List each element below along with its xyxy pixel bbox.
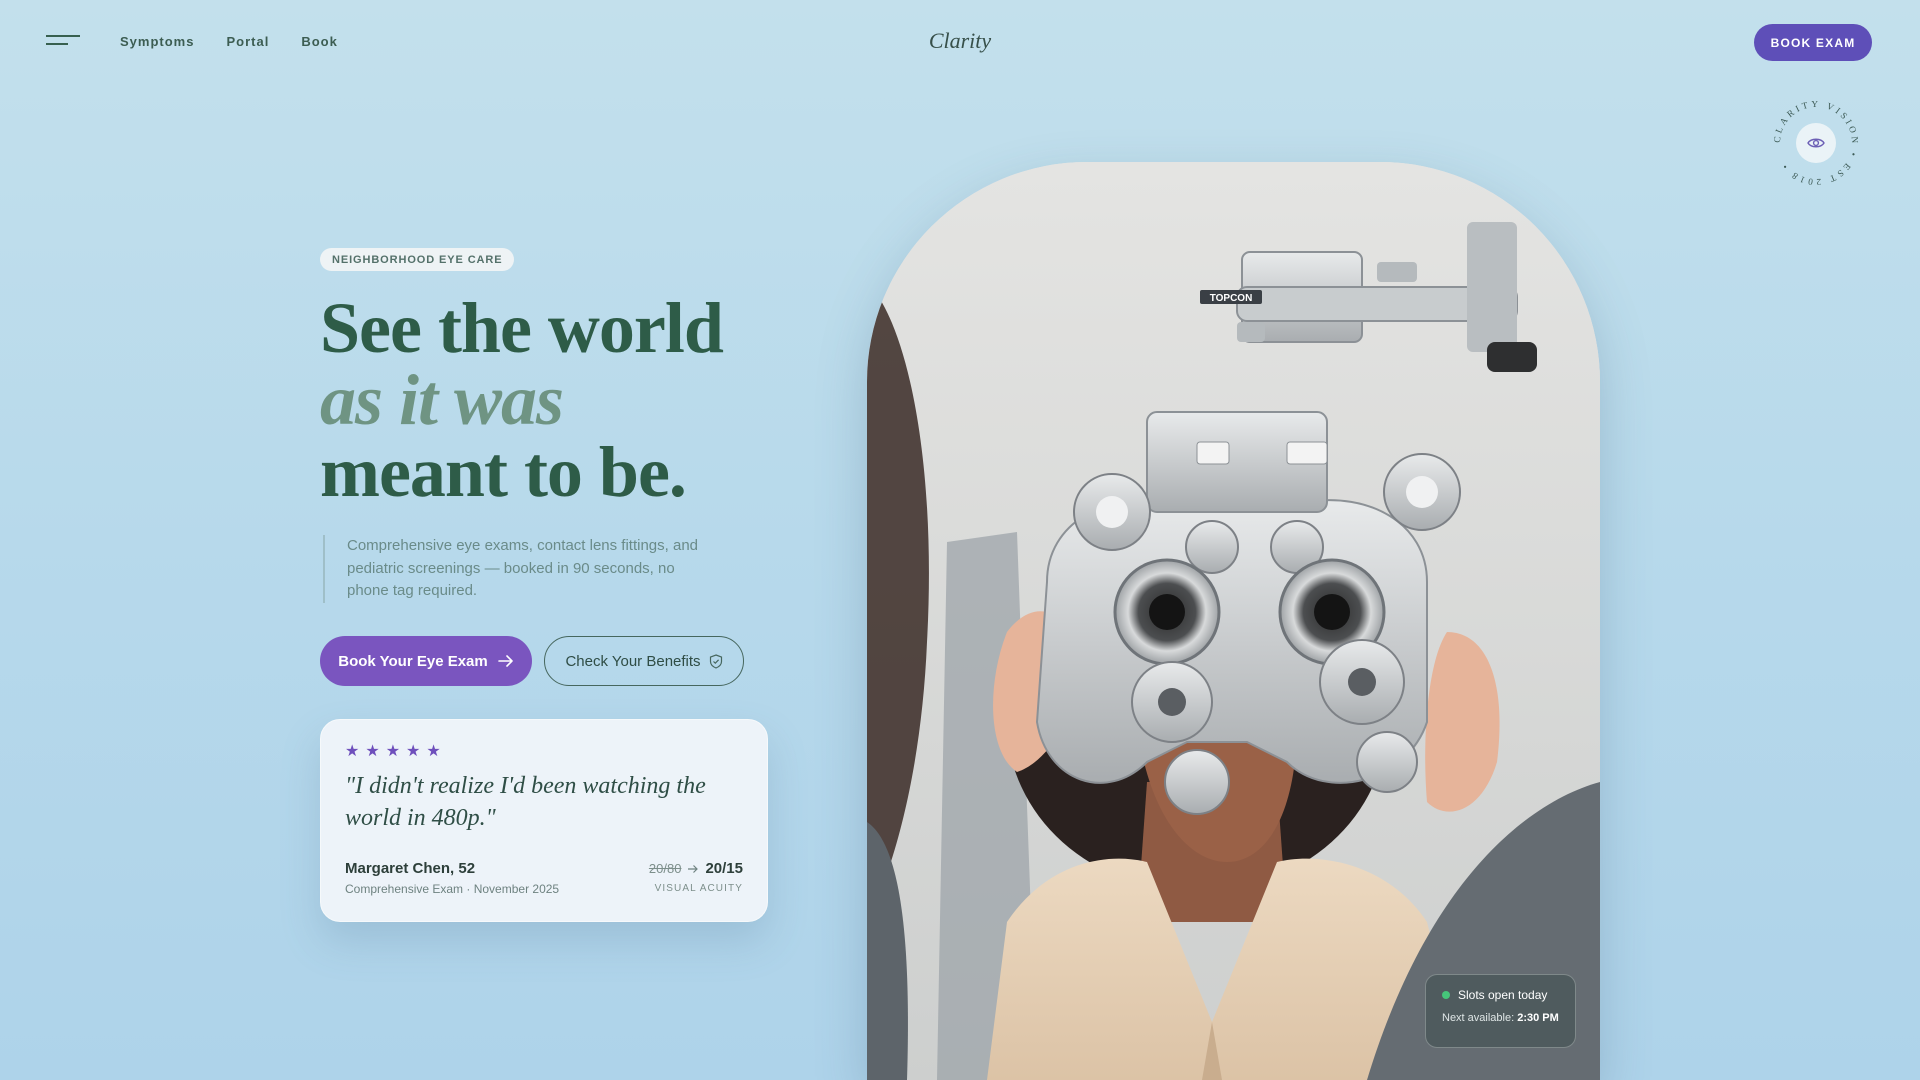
rating-stars: ★ ★ ★ ★ ★ — [345, 744, 743, 760]
hero-photo: TOPCON Slots open today Next available: … — [867, 162, 1600, 1080]
star-icon: ★ — [406, 743, 421, 760]
eyebrow-badge: NEIGHBORHOOD EYE CARE — [320, 248, 515, 271]
headline-line-2: as it was — [320, 360, 564, 440]
check-your-benefits-button[interactable]: Check Your Benefits — [544, 636, 744, 686]
eye-exam-photo: TOPCON — [867, 162, 1600, 1080]
exam-type: Comprehensive Exam · November 2025 — [345, 882, 560, 896]
reviewer-name: Margaret Chen, 52 — [345, 860, 476, 877]
visual-acuity: 20/80 20/15 VISUAL ACUITY — [649, 860, 743, 896]
arrow-right-icon — [688, 864, 699, 873]
star-icon: ★ — [385, 743, 401, 760]
book-exam-button[interactable]: BOOK EXAM — [1754, 24, 1872, 61]
star-icon: ★ — [345, 743, 360, 760]
primary-cta-label: Book Your Eye Exam — [338, 652, 488, 670]
status-dot-icon — [1442, 991, 1450, 999]
headline-line-3: meant to be. — [320, 432, 687, 512]
eye-icon — [1796, 123, 1836, 163]
secondary-cta-label: Check Your Benefits — [565, 652, 701, 670]
clarity-vision-seal: CLARITY VISION • EST 2018 • — [1770, 97, 1862, 189]
book-your-eye-exam-button[interactable]: Book Your Eye Exam — [320, 636, 532, 686]
logo[interactable]: Clarity — [0, 28, 1920, 54]
acuity-before: 20/80 — [648, 861, 682, 876]
testimonial-quote: "I didn't realize I'd been watching the … — [345, 773, 706, 831]
next-available-label: Next available: — [1442, 1012, 1515, 1024]
hero-headline: See the world as it was meant to be. — [320, 288, 724, 512]
star-icon: ★ — [365, 743, 380, 760]
device-brand: TOPCON — [1210, 293, 1253, 304]
acuity-label: VISUAL ACUITY — [654, 883, 743, 894]
shield-check-icon — [709, 653, 722, 669]
next-available-time: 2:30 PM — [1517, 1012, 1559, 1024]
acuity-after: 20/15 — [705, 860, 743, 877]
availability-badge: Slots open today Next available: 2:30 PM — [1425, 974, 1576, 1048]
star-icon: ★ — [426, 743, 441, 760]
hero-lede: Comprehensive eye exams, contact lens fi… — [323, 535, 713, 603]
headline-line-1: See the world — [320, 288, 724, 368]
availability-status: Slots open today — [1458, 988, 1548, 1002]
testimonial-card: ★ ★ ★ ★ ★ "I didn't realize I'd been wat… — [320, 719, 768, 922]
arrow-right-icon — [497, 655, 513, 667]
